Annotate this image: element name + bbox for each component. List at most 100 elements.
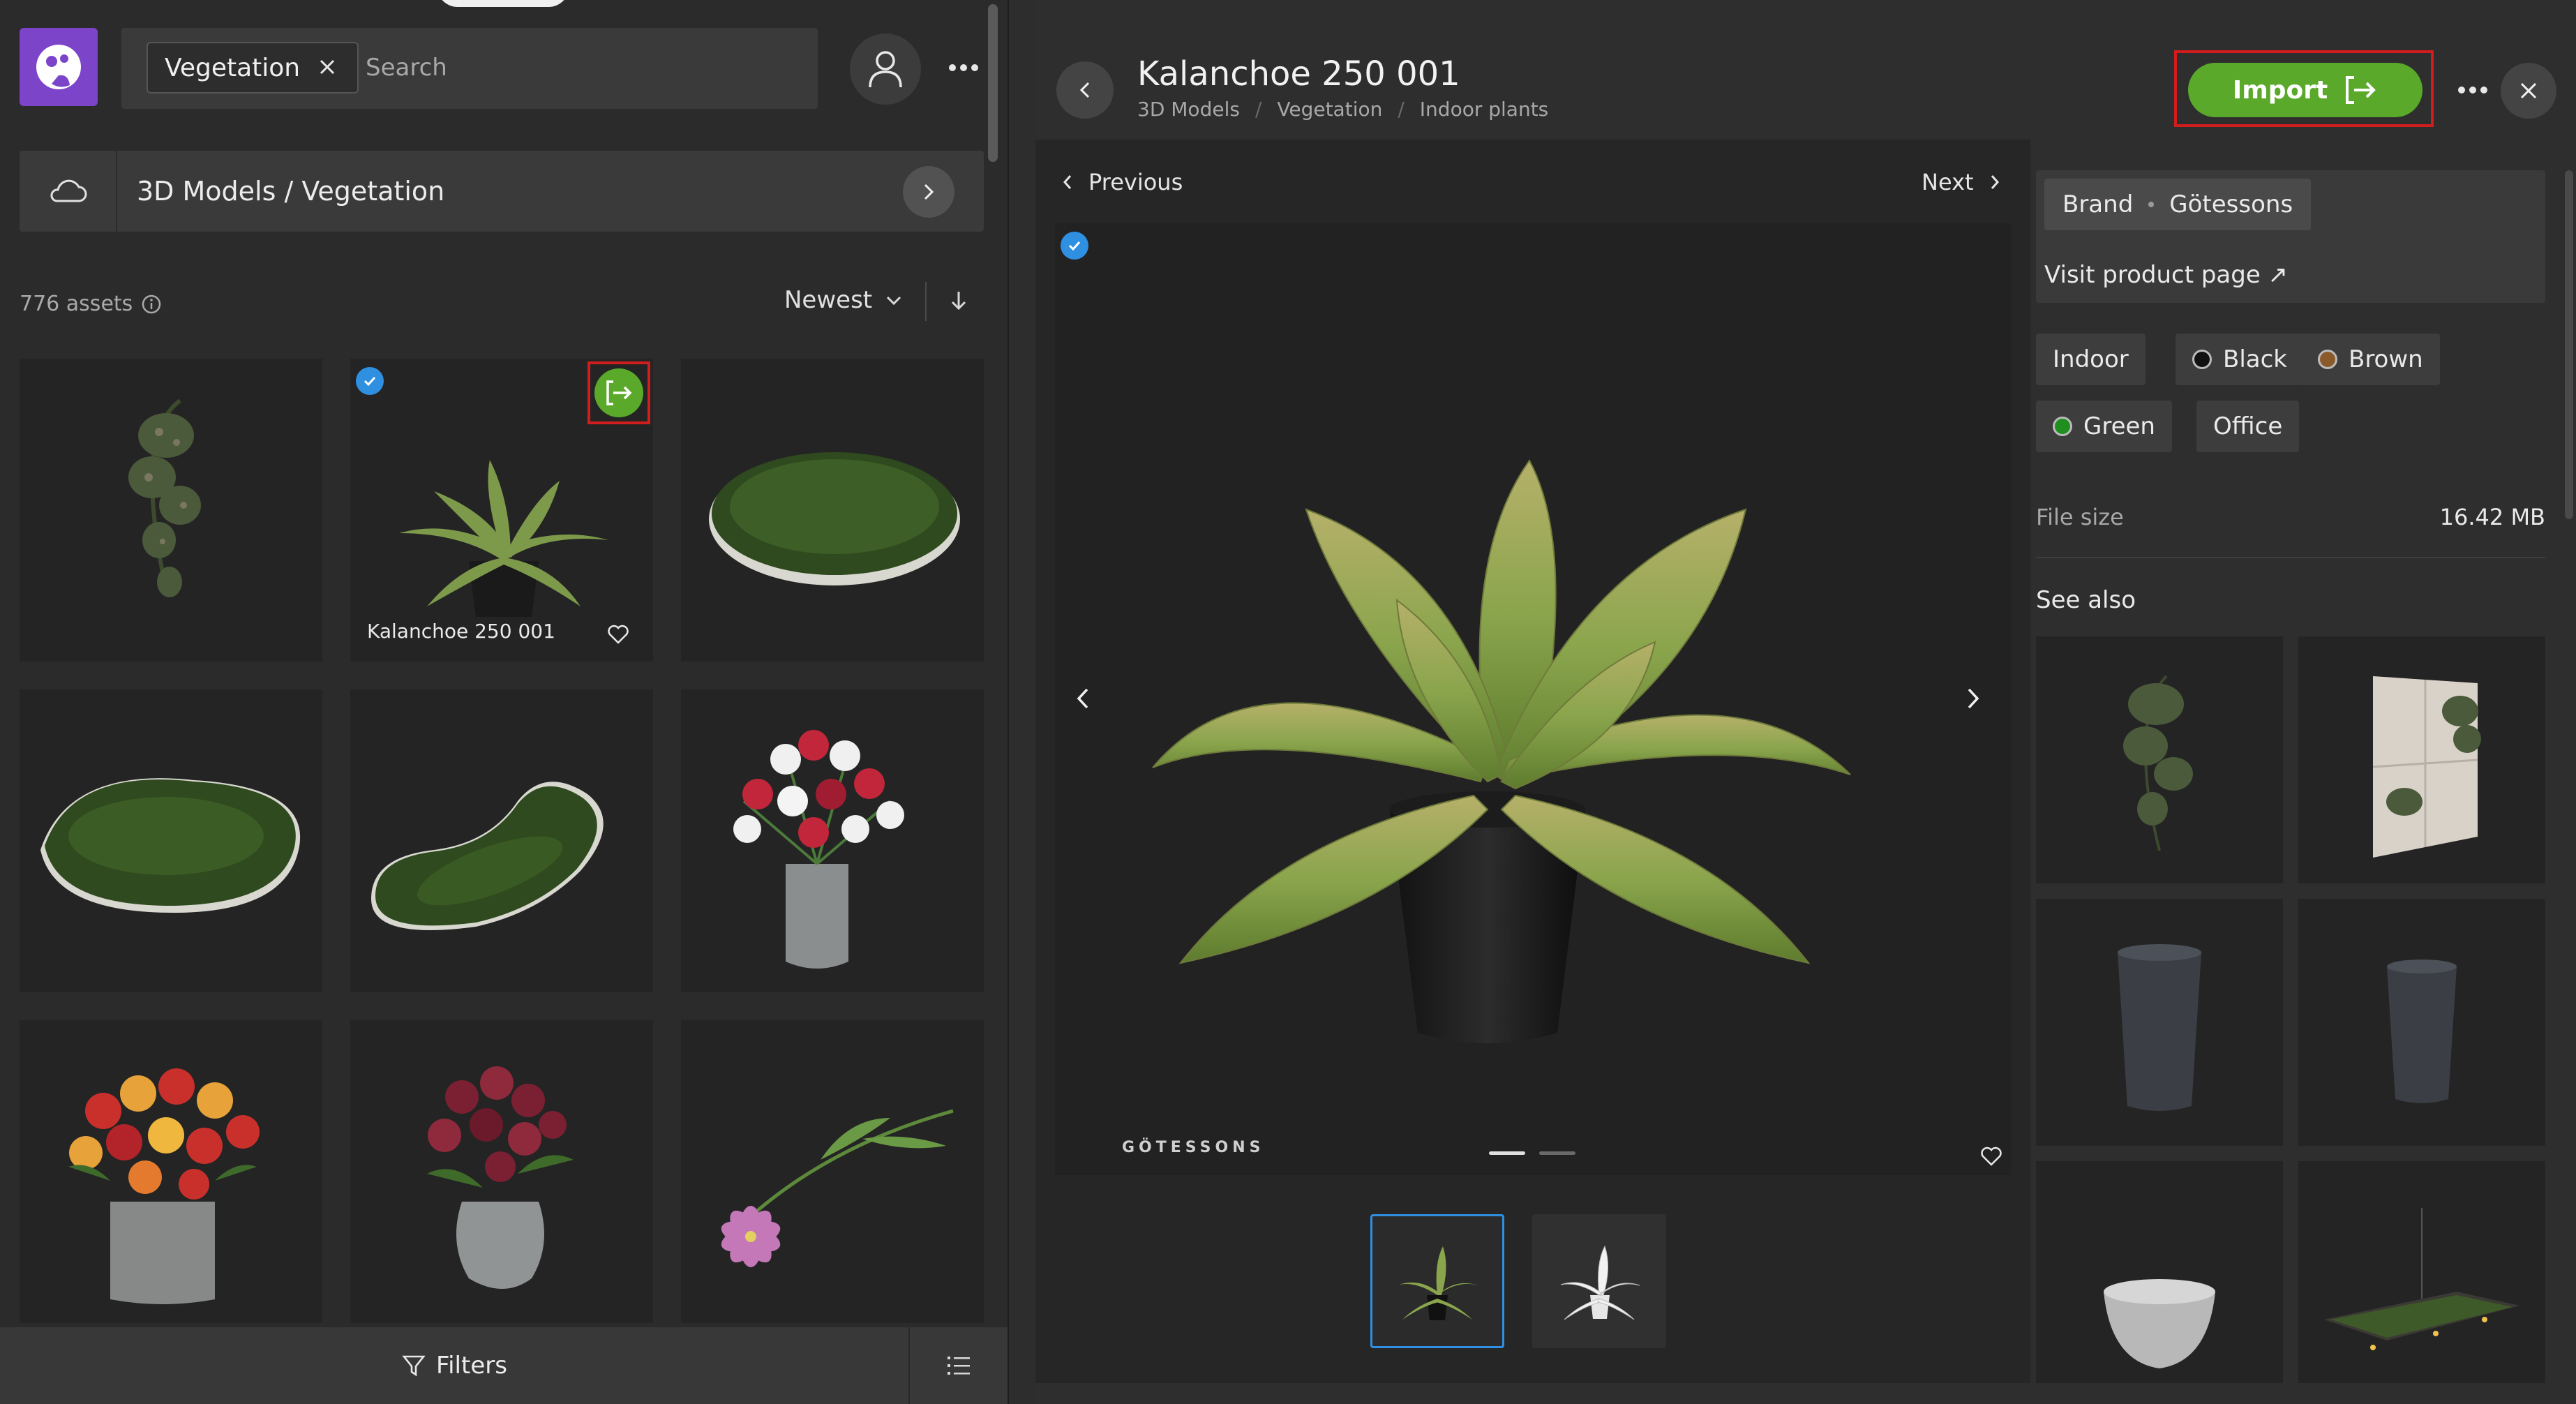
thumbnail-image: [1399, 1246, 1478, 1320]
asset-tile[interactable]: [350, 1020, 653, 1323]
asset-tile[interactable]: [20, 1020, 322, 1323]
filter-funnel-icon: [402, 1355, 426, 1377]
close-button[interactable]: [2501, 63, 2556, 119]
asset-tile[interactable]: [681, 359, 984, 662]
related-asset-tile[interactable]: [2298, 899, 2545, 1146]
import-label: Import: [2232, 75, 2328, 105]
prev-image-arrow[interactable]: [1076, 687, 1090, 713]
related-asset-tile[interactable]: [2298, 636, 2545, 883]
asset-thumbnail: [68, 1068, 260, 1304]
preview-image[interactable]: GÖTESSONS: [1055, 223, 2011, 1175]
asset-tile-label: Kalanchoe 250 001: [367, 620, 555, 643]
panel-divider[interactable]: [1008, 0, 1035, 1404]
breadcrumb-item[interactable]: Vegetation: [1277, 98, 1382, 121]
chevron-right-icon: [1968, 688, 1979, 709]
visit-product-page-link[interactable]: Visit product page ↗: [2044, 261, 2288, 289]
tag-black[interactable]: Black: [2176, 334, 2304, 385]
related-asset-tile[interactable]: [2036, 1161, 2283, 1383]
asset-title: Kalanchoe 250 001: [1137, 54, 1460, 94]
color-swatch-icon: [2192, 350, 2212, 369]
asset-thumbnail: [371, 782, 604, 930]
quick-import-button[interactable]: [587, 361, 650, 424]
asset-tile-kalanchoe[interactable]: Kalanchoe 250 001: [350, 359, 653, 662]
separator-dot: [2148, 202, 2155, 207]
filters-label: Filters: [436, 1352, 507, 1380]
info-icon[interactable]: [141, 294, 162, 315]
favorite-heart-icon[interactable]: [607, 624, 629, 648]
chip-close-icon[interactable]: [318, 54, 336, 82]
location-path: 3D Models / Vegetation: [137, 176, 445, 207]
sort-label: Newest: [784, 286, 873, 314]
sidebar-scrollbar[interactable]: [988, 4, 998, 162]
chevron-right-icon: [924, 184, 934, 200]
color-swatch-icon: [2053, 417, 2072, 436]
user-account-button[interactable]: [850, 33, 921, 105]
selected-check-icon[interactable]: [1061, 232, 1088, 260]
app-logo-icon[interactable]: [20, 28, 98, 106]
tag-brown[interactable]: Brown: [2301, 334, 2440, 385]
asset-tile[interactable]: [681, 689, 984, 992]
tag-label: Green: [2083, 412, 2155, 440]
chevron-down-icon: [887, 296, 901, 306]
asset-info-sidebar: Brand Götessons Visit product page ↗ Ind…: [2036, 140, 2555, 1383]
list-view-button[interactable]: [908, 1327, 1008, 1404]
filters-button[interactable]: Filters: [0, 1327, 908, 1404]
import-icon: [606, 380, 632, 405]
slide-indicator-1[interactable]: [1489, 1151, 1525, 1155]
more-options-button[interactable]: [946, 50, 981, 85]
related-asset-tile[interactable]: [2036, 636, 2283, 883]
tag-indoor[interactable]: Indoor: [2036, 334, 2146, 385]
file-size-label: File size: [2036, 504, 2124, 530]
tag-green[interactable]: Green: [2036, 401, 2172, 452]
asset-tile[interactable]: [681, 1020, 984, 1323]
related-thumbnail: [2387, 959, 2457, 1103]
import-icon: [2346, 76, 2376, 104]
more-options-button[interactable]: [2453, 73, 2492, 107]
next-image-arrow[interactable]: [1966, 687, 1980, 713]
cloud-source-button[interactable]: [20, 151, 117, 232]
selected-check-icon[interactable]: [356, 367, 384, 395]
chevron-right-icon: [1991, 175, 1999, 189]
previous-asset-link[interactable]: Previous: [1062, 169, 1183, 195]
detail-header: Kalanchoe 250 001 3D Models / Vegetation…: [1035, 0, 2576, 140]
brand-chip[interactable]: Brand Götessons: [2044, 179, 2312, 230]
import-button[interactable]: Import: [2188, 63, 2423, 117]
asset-detail-panel: Kalanchoe 250 001 3D Models / Vegetation…: [1035, 0, 2576, 1404]
asset-thumbnail: [40, 778, 301, 913]
filter-chip-vegetation[interactable]: Vegetation: [147, 42, 359, 94]
sort-direction-button[interactable]: [949, 289, 968, 315]
tag-office[interactable]: Office: [2196, 401, 2300, 452]
breadcrumb-item[interactable]: 3D Models: [1137, 98, 1240, 121]
search-bar[interactable]: Vegetation: [121, 28, 818, 109]
related-thumbnail: [2324, 1208, 2519, 1350]
sort-dropdown[interactable]: Newest: [784, 286, 903, 314]
favorite-heart-icon[interactable]: [1980, 1146, 2002, 1170]
location-go-button[interactable]: [903, 166, 954, 218]
next-asset-link[interactable]: Next: [1922, 169, 2000, 195]
breadcrumb-item[interactable]: Indoor plants: [1420, 98, 1548, 121]
asset-tile[interactable]: [350, 689, 653, 992]
asset-tile[interactable]: [20, 689, 322, 992]
asset-count: 776 assets: [20, 292, 162, 316]
color-swatch-icon: [2318, 350, 2337, 369]
tag-label: Indoor: [2053, 345, 2129, 373]
thumbnail-image: [1560, 1245, 1640, 1320]
thumbnail-clay[interactable]: [1532, 1214, 1666, 1348]
related-asset-tile[interactable]: [2298, 1161, 2545, 1383]
related-asset-tile[interactable]: [2036, 899, 2283, 1146]
back-button[interactable]: [1056, 61, 1114, 119]
more-dots-icon: [949, 64, 978, 71]
more-dots-icon: [2458, 87, 2487, 94]
asset-tile[interactable]: [20, 359, 322, 662]
slide-indicator-2[interactable]: [1539, 1151, 1575, 1155]
sort-divider: [925, 282, 927, 321]
related-thumbnail: [2123, 675, 2193, 851]
asset-count-text: 776 assets: [20, 292, 133, 316]
location-bar[interactable]: 3D Models / Vegetation: [20, 151, 984, 232]
search-input[interactable]: [366, 42, 784, 94]
thumbnail-color[interactable]: [1370, 1214, 1504, 1348]
image-thumbnails: [1370, 1214, 1666, 1348]
detail-scrollbar[interactable]: [2565, 170, 2573, 519]
tag-label: Brown: [2349, 345, 2423, 373]
see-also-heading: See also: [2036, 586, 2136, 614]
